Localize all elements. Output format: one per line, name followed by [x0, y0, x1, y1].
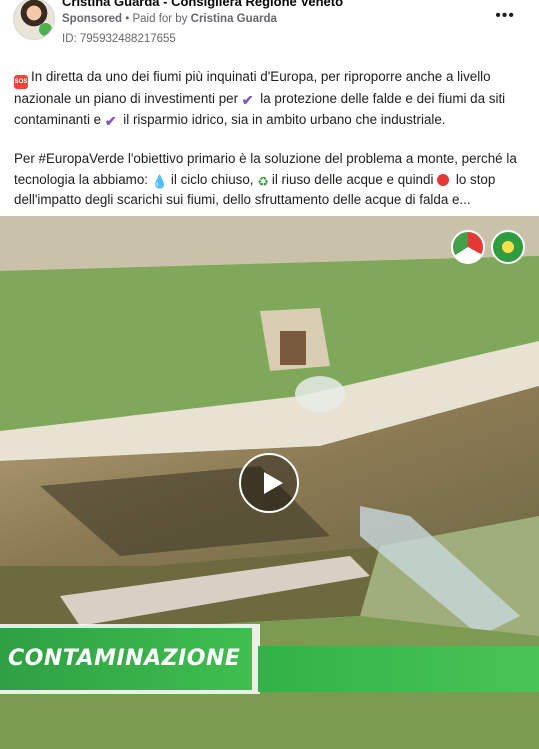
post-text: il risparmio idrico, sia in ambito urban… — [119, 111, 446, 127]
video-player[interactable]: CONTAMINAZIONE — [0, 216, 539, 749]
paid-for-by: • Paid for by — [122, 13, 191, 25]
avatar-badge — [39, 23, 52, 36]
check-icon: ✔ — [104, 112, 117, 129]
red-circle-icon — [437, 173, 450, 186]
droplet-icon: 💧 — [151, 173, 168, 189]
ad-id: ID: 795932488217655 — [62, 33, 176, 45]
logos — [451, 230, 525, 264]
sponsor-line: Sponsored • Paid for by Cristina Guarda — [62, 13, 277, 25]
page-name[interactable]: Cristina Guarda - Consigliera Regione Ve… — [62, 0, 343, 9]
sponsored-label: Sponsored — [62, 13, 123, 25]
post-text: il riuso delle acque e quindi — [271, 171, 438, 187]
payer-name: Cristina Guarda — [190, 13, 277, 25]
recycle-icon: ♻ — [257, 173, 269, 189]
play-icon[interactable] — [239, 453, 299, 513]
check-icon: ✔ — [241, 92, 254, 108]
post-paragraph-2: Per #EuropaVerde l'obiettivo primario è … — [14, 149, 526, 211]
post-header: Cristina Guarda - Consigliera Regione Ve… — [0, 0, 539, 58]
post-paragraph-1: SOS In diretta da uno dei fiumi più inqui… — [14, 67, 526, 130]
page-avatar[interactable] — [13, 0, 55, 40]
post-text: il ciclo chiuso, — [170, 171, 258, 187]
italy-logo-icon — [451, 230, 485, 264]
banner-stripe — [258, 646, 539, 692]
post-body: SOS In diretta da uno dei fiumi più inqui… — [14, 67, 526, 230]
banner-title: CONTAMINAZIONE — [8, 646, 241, 671]
sos-icon: SOS — [14, 75, 28, 89]
europa-verde-logo-icon — [491, 230, 525, 264]
more-options-button[interactable]: ••• — [495, 8, 515, 24]
